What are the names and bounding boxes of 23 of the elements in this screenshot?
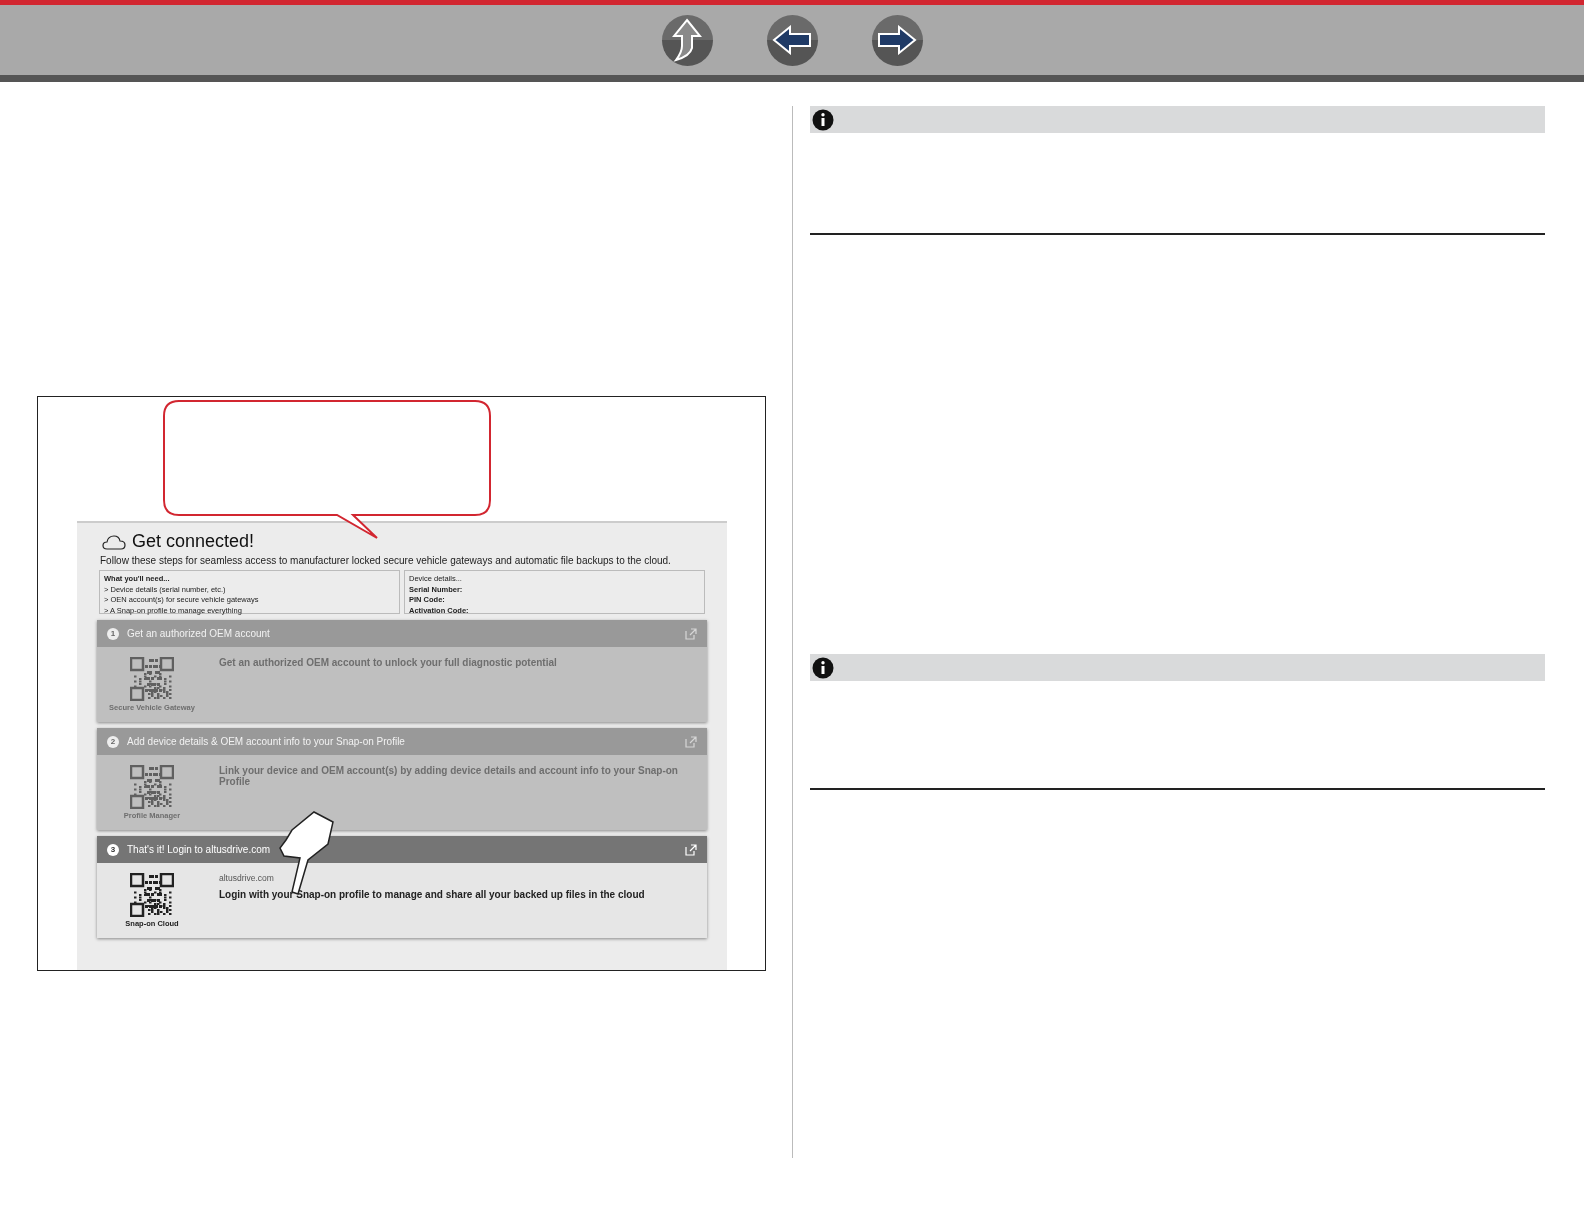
info-icon	[812, 108, 834, 131]
step-title: Get an authorized OEM account	[127, 628, 271, 639]
step-description: Link your device and OEM account(s) by adding device details and account info to your Snap-on Profile	[219, 765, 679, 787]
step-title: Add device details & OEM account info to your Snap-on Profile	[127, 736, 406, 747]
intro-text: Follow these steps for seamless access to manufacturer locked secure vehicle gateways and automatic file backups to the cloud.	[100, 555, 672, 566]
step-description: Get an authorized OEM account to unlock your full diagnostic potential	[219, 657, 558, 668]
left-arrow-icon	[772, 25, 812, 55]
right-arrow-icon	[877, 25, 917, 55]
screen-title: Get connected!	[132, 531, 255, 552]
qr-code	[130, 873, 174, 917]
step-header[interactable]: 3 That's it! Login to altusdrive.com	[97, 836, 707, 863]
website-link[interactable]: altusdrive.com	[219, 873, 689, 883]
step-number: 3	[107, 843, 119, 856]
info-icon	[812, 656, 834, 679]
up-arrow-icon	[672, 18, 702, 62]
qr-code	[130, 765, 174, 809]
qr-code	[130, 657, 174, 701]
step-number: 1	[107, 627, 119, 640]
cloud-icon	[102, 533, 126, 550]
step-description: Login with your Snap-on profile to manage and share all your backed up files in the cloud	[219, 889, 646, 900]
step-number: 2	[107, 735, 119, 748]
external-link-icon[interactable]	[685, 843, 697, 856]
step-title: That's it! Login to altusdrive.com	[127, 844, 272, 855]
